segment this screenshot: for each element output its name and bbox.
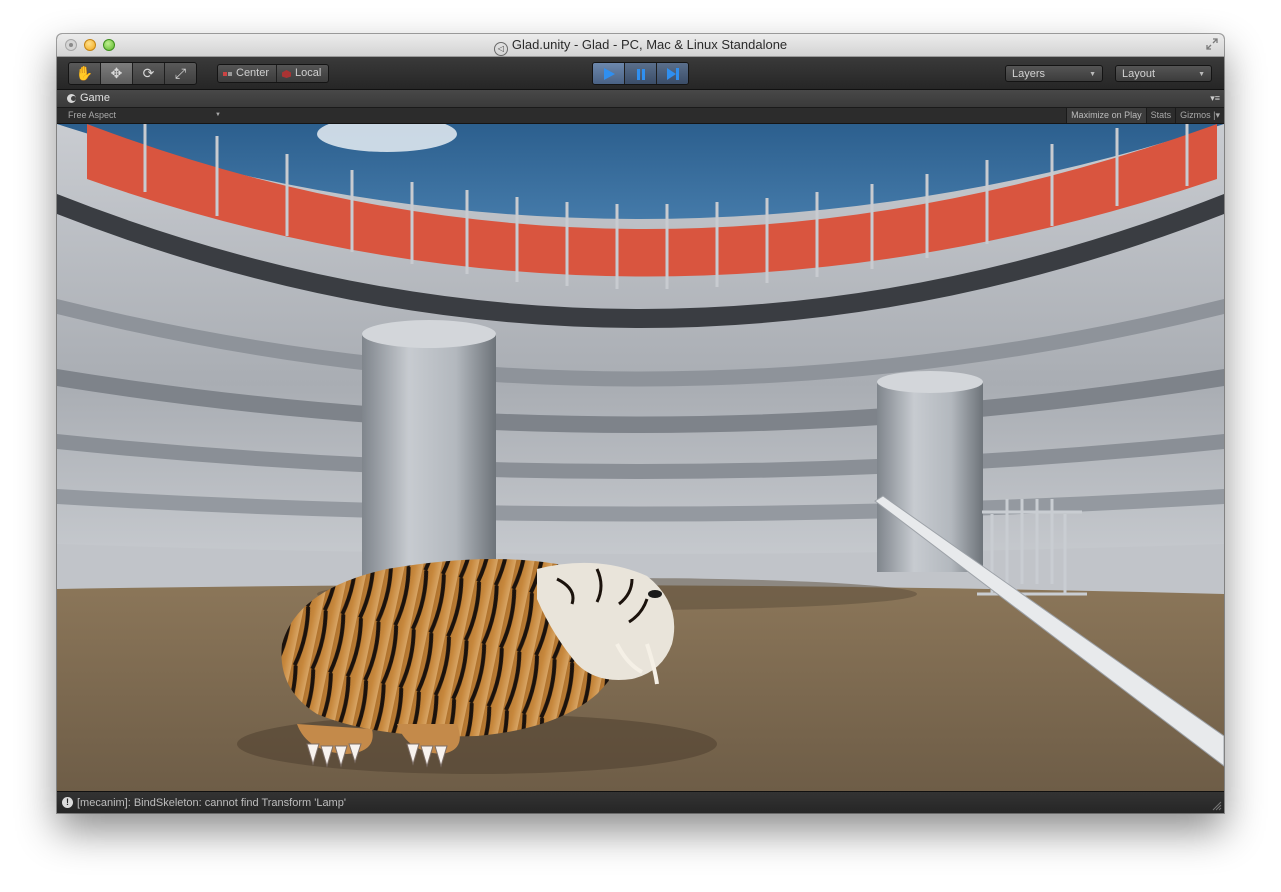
layers-dropdown[interactable]: Layers ▼ [1005,65,1103,82]
game-view-toggles: Maximize on Play Stats Gizmos |▾ [1066,108,1224,123]
scale-tool-button[interactable]: ⤢ [165,63,196,84]
game-viewport[interactable] [57,124,1224,791]
main-toolbar: ✋ ✥ ⟳ ⤢ Center Local Layers ▼ Layout ▼ [57,57,1224,90]
window-title: Glad.unity - Glad - PC, Mac & Linux Stan… [511,37,788,52]
gizmos-dropdown[interactable]: Gizmos |▾ [1175,108,1224,123]
scale-icon: ⤢ [174,65,187,81]
move-tool-button[interactable]: ✥ [101,63,133,84]
tab-menu-icon[interactable]: ▾≡ [1210,93,1220,104]
arena-scene [57,124,1224,791]
pause-icon [636,68,645,80]
title-bar: ◁ Glad.unity - Glad - PC, Mac & Linux Sta… [57,34,1224,57]
play-controls [592,62,689,85]
pause-button[interactable] [625,63,657,84]
gizmos-arrow-icon: |▾ [1213,110,1220,120]
aspect-dropdown-arrow-icon: ▼ [215,112,221,118]
step-icon [666,67,679,80]
marble-pillar-left [362,320,496,584]
stats-label: Stats [1150,110,1172,120]
maximize-on-play-toggle[interactable]: Maximize on Play [1066,108,1146,123]
maximize-on-play-label: Maximize on Play [1071,110,1142,120]
play-icon [603,67,615,80]
layout-dropdown-label: Layout [1122,68,1156,80]
layout-dropdown[interactable]: Layout ▼ [1115,65,1212,82]
tab-game[interactable]: Game [57,90,110,107]
play-button[interactable] [593,63,625,84]
rotate-icon: ⟳ [142,65,155,81]
stats-toggle[interactable]: Stats [1145,108,1176,123]
game-view-icon [67,94,76,103]
unity-editor-window: ◁ Glad.unity - Glad - PC, Mac & Linux Sta… [57,34,1224,813]
tab-game-label: Game [80,92,110,104]
pivot-center-button[interactable]: Center [218,65,278,82]
layers-dropdown-label: Layers [1012,68,1046,80]
aspect-label: Free Aspect [68,110,117,120]
step-button[interactable] [657,63,688,84]
resize-grip-icon[interactable] [1212,801,1222,811]
hand-tool-button[interactable]: ✋ [69,63,101,84]
hand-icon: ✋ [75,65,94,81]
local-space-icon [282,69,292,78]
console-message: [mecanim]: BindSkeleton: cannot find Tra… [77,797,346,809]
console-status-bar[interactable]: ! [mecanim]: BindSkeleton: cannot find T… [57,791,1224,813]
gizmos-label: Gizmos [1180,110,1211,120]
transform-tools: ✋ ✥ ⟳ ⤢ [68,62,197,85]
warning-icon: ! [62,797,73,808]
move-icon: ✥ [110,65,123,81]
window-title-container: ◁ Glad.unity - Glad - PC, Mac & Linux Sta… [57,37,1224,56]
aspect-dropdown[interactable]: Free Aspect ▼ [57,108,223,123]
pivot-center-label: Center [236,67,270,79]
fullscreen-icon[interactable] [1206,38,1218,50]
pivot-toggles: Center Local [217,64,330,83]
unity-document-icon: ◁ [493,42,508,56]
layers-dropdown-arrow-icon: ▼ [1089,71,1096,78]
game-view-toolbar: Free Aspect ▼ Maximize on Play Stats Giz… [57,108,1224,124]
game-tab-bar: Game ▾≡ [57,90,1224,108]
rotate-tool-button[interactable]: ⟳ [133,63,165,84]
pivot-center-icon [223,71,232,76]
pivot-local-button[interactable]: Local [277,65,328,82]
layout-dropdown-arrow-icon: ▼ [1198,71,1205,78]
pivot-local-label: Local [295,67,322,79]
